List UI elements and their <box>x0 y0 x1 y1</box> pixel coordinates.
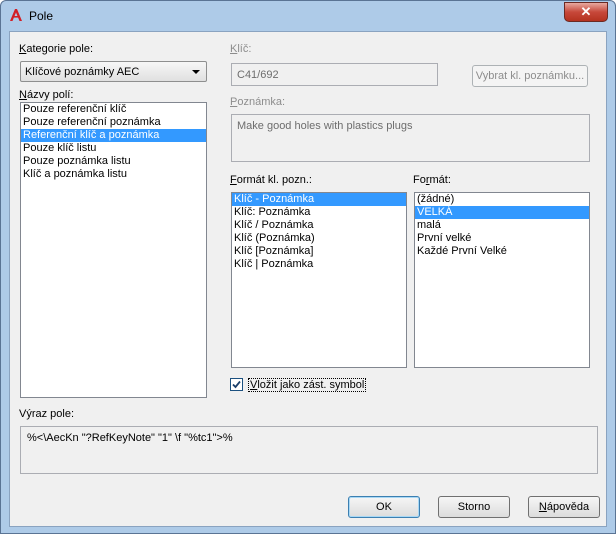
checkmark-icon <box>232 380 241 389</box>
key-format-label: Formát kl. pozn.: <box>230 174 312 186</box>
key-format-item[interactable]: Klíč [Poznámka] <box>232 245 406 258</box>
autocad-app-icon <box>9 8 23 22</box>
format-item[interactable]: Každé První Velké <box>415 245 589 258</box>
note-label: Poznámka: <box>230 96 286 108</box>
field-name-item[interactable]: Pouze klíč listu <box>21 142 206 155</box>
key-format-item[interactable]: Klíč (Poznámka) <box>232 232 406 245</box>
field-names-label: Názvy polí: <box>19 89 74 101</box>
note-field[interactable]: Make good holes with plastics plugs <box>231 114 590 162</box>
category-value: Klíčové poznámky AEC <box>25 66 140 78</box>
window-title: Pole <box>29 9 54 23</box>
select-keynote-button[interactable]: Vybrat kl. poznámku... <box>472 65 588 87</box>
placeholder-checkbox-label[interactable]: Vložit jako zást. symbol <box>248 378 367 392</box>
ok-button[interactable]: OK <box>348 496 420 518</box>
key-label: Klíč: <box>230 43 252 55</box>
help-button[interactable]: Nápověda <box>528 496 600 518</box>
field-name-item[interactable]: Klíč a poznámka listu <box>21 168 206 181</box>
category-dropdown[interactable]: Klíčové poznámky AEC <box>20 61 207 82</box>
format-item[interactable]: (žádné) <box>415 193 589 206</box>
title-bar[interactable]: Pole ✕ <box>1 1 615 31</box>
ok-label: OK <box>376 501 392 513</box>
key-format-item[interactable]: Klíč: Poznámka <box>232 206 406 219</box>
key-format-item[interactable]: Klíč - Poznámka <box>232 193 406 206</box>
field-name-item[interactable]: Pouze referenční klíč <box>21 103 206 116</box>
field-name-item[interactable]: Pouze referenční poznámka <box>21 116 206 129</box>
format-item[interactable]: VELKÁ <box>415 206 589 219</box>
placeholder-checkbox[interactable] <box>230 378 243 391</box>
key-format-item[interactable]: Klíč | Poznámka <box>232 258 406 271</box>
cancel-button[interactable]: Storno <box>438 496 510 518</box>
key-field[interactable]: C41/692 <box>231 63 438 86</box>
help-label: Nápověda <box>538 501 590 513</box>
format-list[interactable]: (žádné) VELKÁ malá První velké Každé První V… <box>414 192 590 368</box>
category-label: Kategorie pole: <box>19 43 94 55</box>
format-item[interactable]: malá <box>415 219 589 232</box>
key-format-item[interactable]: Klíč / Poznámka <box>232 219 406 232</box>
field-name-item[interactable]: Referenční klíč a poznámka <box>21 129 206 142</box>
dialog-body: Kategorie pole: Klíčové poznámky AEC Náz… <box>9 31 607 527</box>
expression-label: Výraz pole: <box>19 408 75 420</box>
format-item[interactable]: První velké <box>415 232 589 245</box>
expression-field[interactable]: %<\AecKn "?RefKeyNote" "1" \f "%tc1">% <box>20 426 598 474</box>
dialog-window: Pole ✕ Kategorie pole: Klíčové poznámky … <box>0 0 616 534</box>
key-value: C41/692 <box>237 69 279 81</box>
key-format-list[interactable]: Klíč - Poznámka Klíč: Poznámka Klíč / Pozn… <box>231 192 407 368</box>
format-label: Formát: <box>413 174 451 186</box>
expression-value: %<\AecKn "?RefKeyNote" "1" \f "%tc1">% <box>27 432 233 444</box>
note-value: Make good holes with plastics plugs <box>237 120 413 132</box>
chevron-down-icon <box>192 70 200 74</box>
select-keynote-label: Vybrat kl. poznámku... <box>475 70 585 82</box>
cancel-label: Storno <box>457 501 491 513</box>
close-icon: ✕ <box>580 4 592 19</box>
field-names-list[interactable]: Pouze referenční klíč Pouze referenční po… <box>20 102 207 398</box>
field-name-item[interactable]: Pouze poznámka listu <box>21 155 206 168</box>
close-button[interactable]: ✕ <box>564 2 608 22</box>
